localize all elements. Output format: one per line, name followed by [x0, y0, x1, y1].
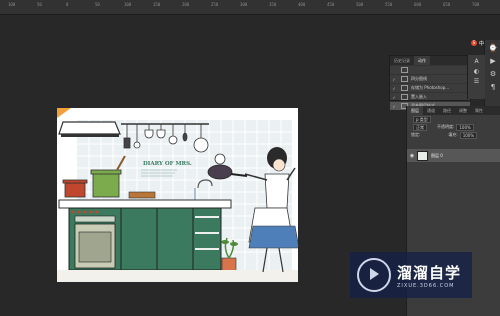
ruler-tick-label: 350 — [269, 2, 277, 7]
ruler-tick-label: 650 — [443, 2, 451, 7]
layer-filter-row: p 类型 — [407, 115, 500, 123]
tab-properties[interactable]: 属性 — [471, 106, 487, 115]
tab-history[interactable]: 历史记录 — [390, 56, 414, 65]
ruler-tick-label: 300 — [240, 2, 248, 7]
ruler-tick-label: 100 — [8, 2, 16, 7]
top-ruler: 100 50 0 50 100 150 200 250 300 350 400 450 500 550 60… — [0, 0, 500, 15]
properties-icon[interactable]: ☰ — [468, 78, 485, 85]
toggle-dialog-icon[interactable] — [401, 94, 408, 100]
action-row[interactable] — [390, 65, 470, 74]
layer-name[interactable]: 图层 0 — [431, 153, 443, 159]
layer-kind-filter[interactable]: p 类型 — [413, 115, 431, 123]
frying-pan — [207, 164, 233, 180]
ruler-tick-label: 250 — [211, 2, 219, 7]
ruler-tick-label: 50 — [37, 2, 42, 7]
collapsed-panel-strip: A ◐ ☰ — [467, 55, 485, 99]
tab-adjustments[interactable]: 调整 — [455, 106, 471, 115]
fill-input[interactable]: 100% — [459, 131, 478, 139]
ruler-tick-label: 0 — [66, 2, 69, 7]
right-tool-dock: ⌚ ▶ ⚙ ¶ — [484, 40, 500, 110]
ruler-tick-label: 150 — [153, 2, 161, 7]
action-row[interactable]: ✓ 置入嵌入 — [390, 92, 470, 101]
ruler-tick-label: 50 — [95, 2, 100, 7]
opacity-label: 不透明度: — [437, 124, 455, 129]
ruler-tick-label: 400 — [298, 2, 306, 7]
ime-toolbar[interactable]: S 中 — [471, 39, 484, 47]
document-canvas[interactable]: DIARY OF MRS. — [57, 108, 298, 282]
opacity-input[interactable]: 100% — [456, 123, 474, 131]
ruler-tick-label: 100 — [124, 2, 132, 7]
play-logo-icon — [357, 258, 391, 292]
watermark-subtitle: ZIXUE.3D66.COM — [397, 282, 455, 289]
layers-panel-tabs: 图层 通道 路径 调整 属性 — [407, 106, 500, 115]
ruler-tick-label: 600 — [414, 2, 422, 7]
fill-label: 填充: — [448, 132, 458, 137]
tab-paths[interactable]: 路径 — [439, 106, 455, 115]
history-actions-panel: 历史记录 动作 ✓四分图线 ✓存储为 Photoshop... ✓置入嵌入 ✓混… — [389, 55, 471, 110]
history-panel-tabs: 历史记录 动作 — [390, 56, 470, 65]
toggle-dialog-icon[interactable] — [401, 76, 408, 82]
watermark: 溜溜自学 ZIXUE.3D66.COM — [350, 252, 472, 298]
action-row[interactable]: ✓ 四分图线 — [390, 74, 470, 83]
play-icon[interactable]: ▶ — [487, 56, 499, 66]
kitchen-illustration: DIARY OF MRS. — [57, 108, 298, 282]
tab-layers[interactable]: 图层 — [407, 106, 423, 115]
layer-row[interactable]: ◉ 图层 0 — [407, 149, 500, 162]
adjustments-icon[interactable]: ◐ — [468, 68, 485, 75]
tab-actions[interactable]: 动作 — [414, 56, 430, 65]
blend-mode-select[interactable]: 正常 — [413, 123, 427, 131]
watermark-title: 溜溜自学 — [397, 263, 462, 282]
toggle-dialog-icon[interactable] — [401, 85, 408, 91]
text-tool-icon[interactable]: A — [468, 58, 485, 65]
blend-opacity-row: 正常 不透明度: 100% — [407, 123, 500, 131]
ruler-tick-label: 550 — [385, 2, 393, 7]
eye-icon[interactable]: ◉ — [407, 153, 417, 159]
ruler-tick-label: 700 — [472, 2, 480, 7]
ruler-tick-label: 500 — [356, 2, 364, 7]
ruler-tick-label: 200 — [182, 2, 190, 7]
layer-thumbnail — [417, 150, 428, 161]
toggle-dialog-icon[interactable] — [401, 67, 408, 73]
action-row[interactable]: ✓ 存储为 Photoshop... — [390, 83, 470, 92]
tab-channels[interactable]: 通道 — [423, 106, 439, 115]
lock-label: 锁定: — [411, 132, 421, 137]
gear-icon[interactable]: ⚙ — [487, 69, 499, 79]
history-panel-icon[interactable]: ⌚ — [487, 43, 499, 53]
paragraph-icon[interactable]: ¶ — [487, 82, 499, 92]
ruler-tick-label: 450 — [327, 2, 335, 7]
illustration-heading: DIARY OF MRS. — [143, 161, 192, 167]
lock-fill-row: 锁定: 填充: 100% — [407, 131, 500, 139]
ime-logo-icon: S — [471, 40, 477, 46]
